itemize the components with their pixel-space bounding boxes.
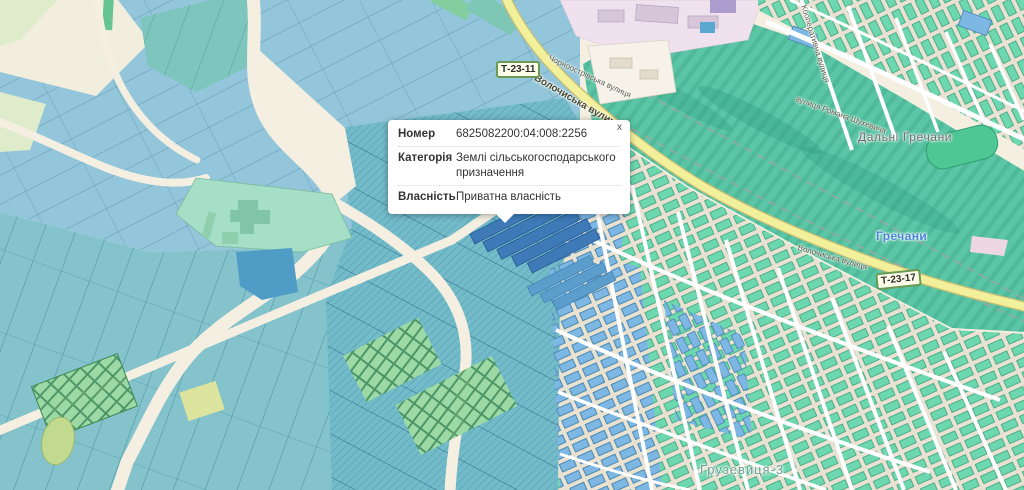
popup-row-value: Приватна власність [456, 190, 620, 205]
popup-row-label: Категорія [398, 151, 456, 181]
popup-row-label: Номер [398, 127, 456, 142]
popup-row-ownership: Власність Приватна власність [398, 186, 620, 209]
popup-row-value: 6825082200:04:008:2256 [456, 127, 620, 142]
popup-row-category: Категорія Землі сільськогосподарського п… [398, 147, 620, 186]
popup-row-label: Власність [398, 190, 456, 205]
map-canvas[interactable]: Волочиська вулиця Чорноострівська вулиця… [0, 0, 1024, 490]
popup-close-button[interactable]: x [617, 122, 622, 134]
popup-row-value: Землі сільськогосподарського призначення [456, 151, 620, 181]
parcel-info-popup: x Номер 6825082200:04:008:2256 Категорія… [388, 120, 630, 214]
road-shield-t-23-11: Т-23-11 [496, 61, 540, 78]
popup-row-number: Номер 6825082200:04:008:2256 [398, 123, 620, 147]
